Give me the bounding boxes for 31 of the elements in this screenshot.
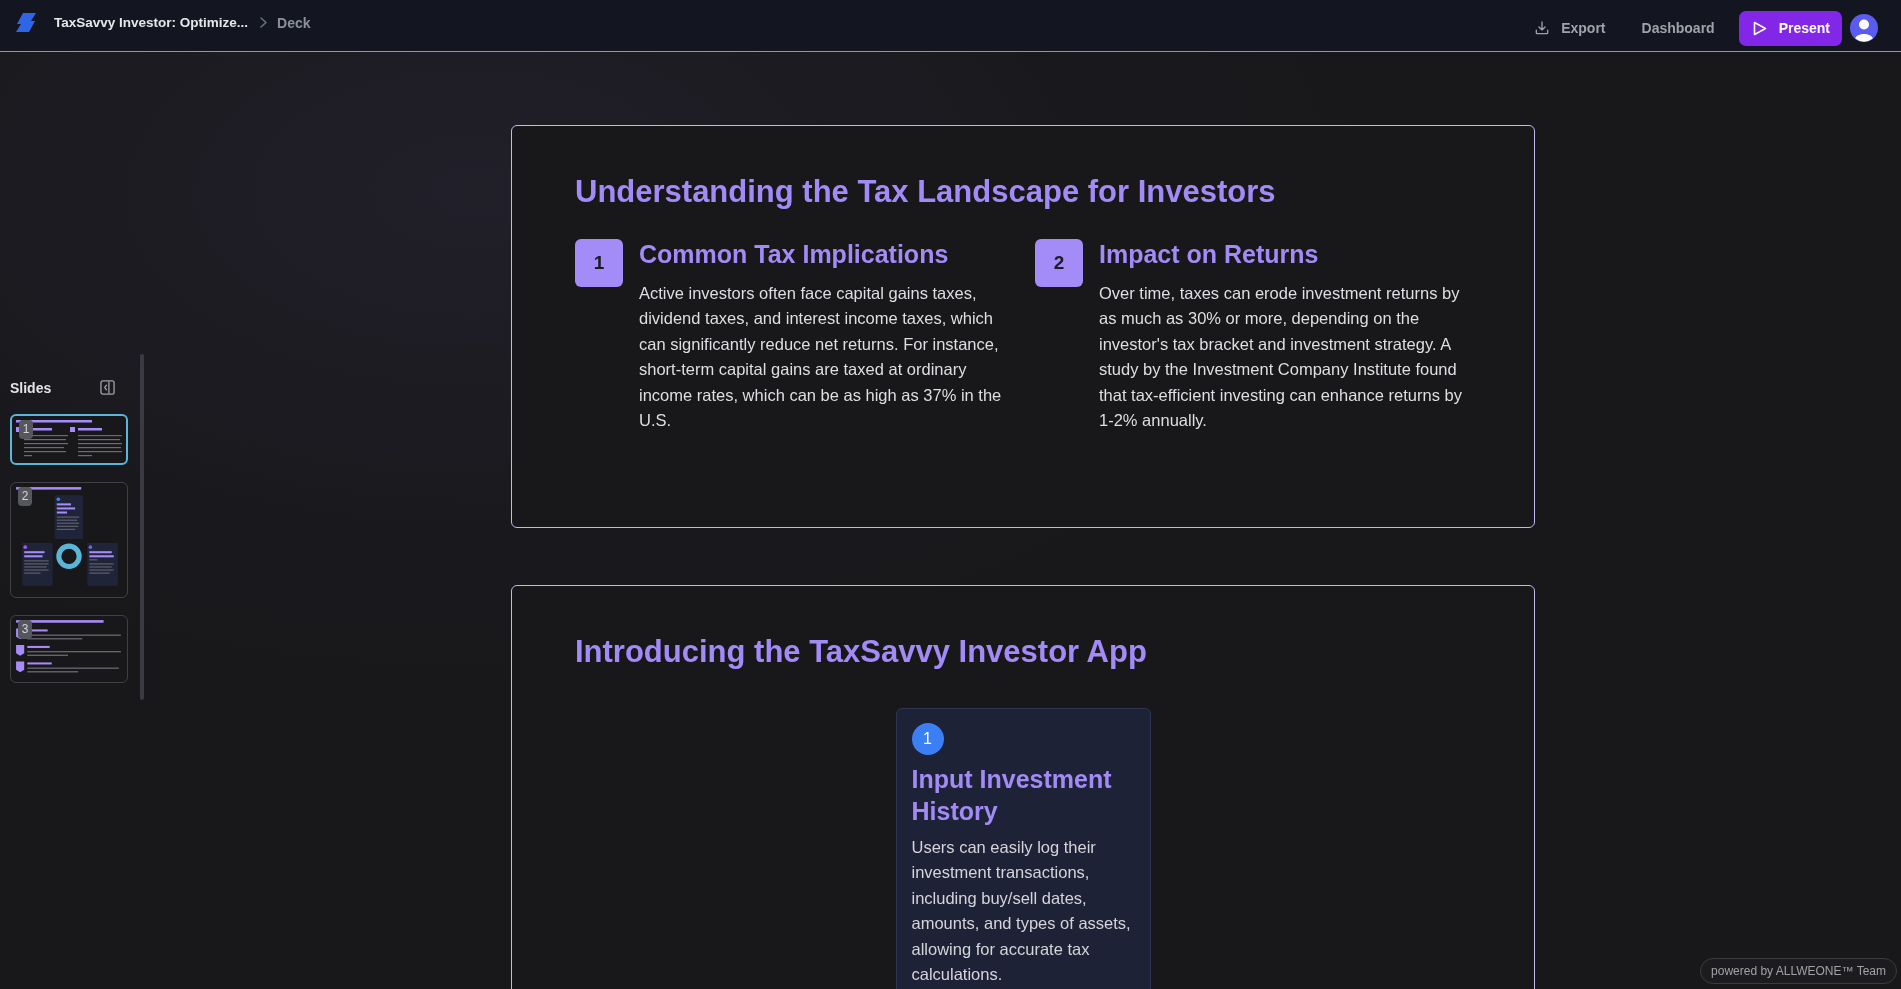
avatar-icon[interactable] bbox=[1850, 14, 1878, 42]
document-title: TaxSavvy Investor: Optimize... bbox=[54, 15, 249, 30]
scrollbar[interactable] bbox=[140, 353, 144, 700]
sidebar-toggle-icon[interactable] bbox=[100, 380, 115, 395]
section-text: Over time, taxes can erode investment returns by as much as 30% or more, depending on the investor's tax bracket and investment strategy. A study by the Investment Company Institute found that tax-efficient investing can enhance returns by 1-2% annually. bbox=[1099, 282, 1463, 431]
logo-icon[interactable] bbox=[16, 13, 36, 32]
slide-title: Introducing the TaxSavvy Investor App bbox=[575, 632, 1148, 670]
slide-thumbnail[interactable]: 3 bbox=[10, 614, 128, 683]
feature-text: Users can easily log their investment transactions, including buy/sell dates, amounts, and types of assets, allowing for accurate tax calculations. bbox=[911, 836, 1132, 985]
play-icon bbox=[1752, 20, 1767, 36]
slide-number: 3 bbox=[18, 619, 32, 639]
dashboard-button[interactable]: Dashboard bbox=[1629, 12, 1727, 44]
download-icon bbox=[1535, 21, 1550, 35]
slide-number: 2 bbox=[18, 486, 32, 506]
feature-heading: Input Investment History bbox=[911, 763, 1113, 827]
step-number: 1 bbox=[575, 239, 623, 287]
breadcrumb-text: Deck bbox=[277, 14, 311, 31]
credit-link[interactable]: powered by ALLWEONE™ Team bbox=[1700, 958, 1897, 984]
slide-number: 1 bbox=[19, 419, 33, 439]
step-number: 2 bbox=[1035, 239, 1083, 287]
section-text: Active investors often face capital gains taxes, dividend taxes, and interest income taxes, which can significantly reduce net returns. For instance, short-term capital gains are taxed at ordinary income rates, which can be as high as 37% in the U.S. bbox=[639, 282, 1003, 431]
section-heading: Impact on Returns bbox=[1099, 239, 1320, 269]
step-number: 1 bbox=[911, 722, 944, 755]
section-heading: Common Tax Implications bbox=[639, 239, 950, 269]
chevron-right-icon bbox=[260, 17, 268, 28]
slide-thumbnail[interactable]: 1 bbox=[10, 413, 128, 465]
panel-title: Slides bbox=[10, 379, 52, 396]
export-button[interactable]: Export bbox=[1523, 12, 1618, 44]
present-button[interactable]: Present bbox=[1738, 10, 1842, 46]
slide-title: Understanding the Tax Landscape for Investors bbox=[575, 173, 1277, 210]
slide-thumbnail[interactable]: 2 bbox=[10, 481, 128, 598]
